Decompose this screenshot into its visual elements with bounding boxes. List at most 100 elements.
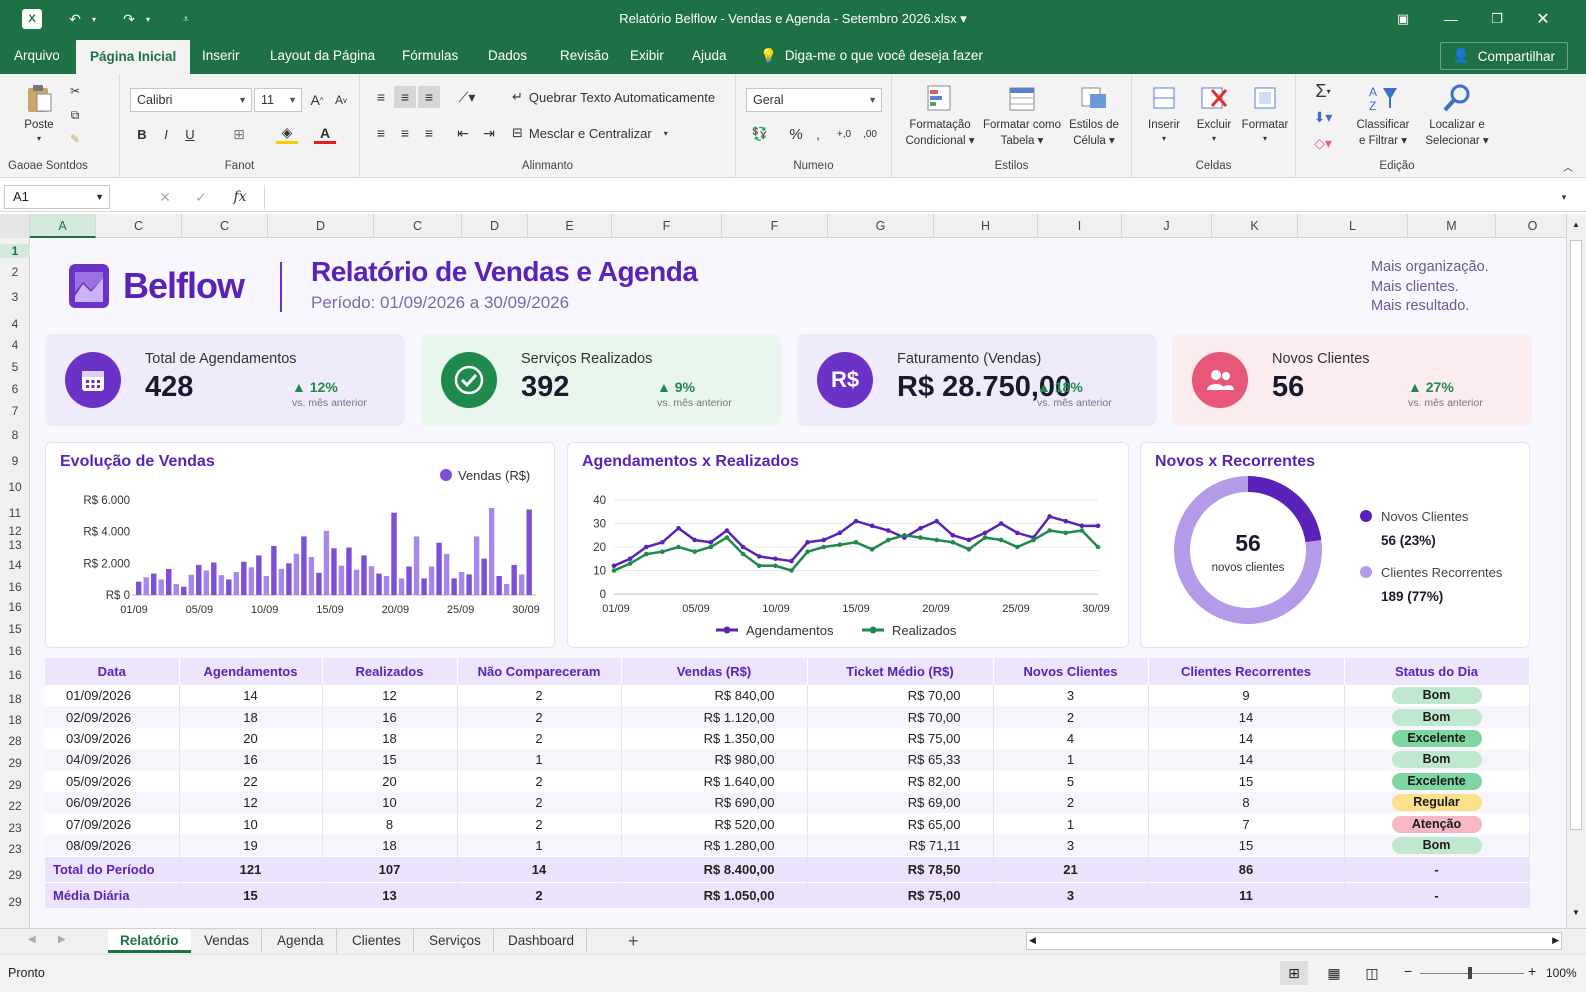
grow-font-button[interactable]: A ^ — [306, 90, 328, 110]
summary-cell[interactable]: 11 — [1148, 881, 1345, 909]
font-color-icon[interactable]: A — [314, 124, 336, 144]
shrink-font-button[interactable]: Av — [330, 90, 352, 110]
merge-center-button[interactable]: ⊟ Mesclar e Centralizar ▾ — [512, 122, 668, 144]
table-cell[interactable]: 9 — [1148, 685, 1345, 707]
summary-cell[interactable]: - — [1344, 855, 1530, 883]
row-header[interactable]: 7 — [0, 404, 30, 418]
table-cell[interactable]: 2 — [993, 706, 1149, 728]
clear-icon[interactable]: ◇▾ — [1308, 132, 1338, 154]
table-cell[interactable]: 14 — [1148, 706, 1345, 728]
table-cell[interactable]: 02/09/2026 — [45, 706, 180, 728]
table-cell[interactable]: Regular — [1344, 791, 1530, 814]
zoom-level[interactable]: 100% — [1546, 966, 1577, 980]
column-header-cell[interactable]: Ticket Médio (R$) — [807, 658, 994, 685]
table-cell[interactable]: 06/09/2026 — [45, 791, 180, 814]
italic-button[interactable]: I — [156, 124, 176, 144]
row-header[interactable]: 23 — [0, 842, 30, 856]
cell-styles-button[interactable]: Estilos de Célula ▾ — [1064, 82, 1124, 149]
summary-cell[interactable]: 21 — [993, 855, 1149, 883]
sort-filter-button[interactable]: AZ Classificar e Filtrar ▾ — [1346, 82, 1420, 149]
bold-button[interactable]: B — [132, 124, 152, 144]
scroll-left-icon[interactable]: ◀ — [1029, 935, 1036, 946]
column-header-cell[interactable]: Agendamentos — [179, 658, 323, 685]
table-cell[interactable]: R$ 82,00 — [807, 770, 994, 792]
decrease-indent-icon[interactable]: ⇤ — [452, 122, 474, 144]
column-header-cell[interactable]: Vendas (R$) — [621, 658, 808, 685]
table-cell[interactable]: 14 — [179, 685, 323, 707]
table-cell[interactable]: 08/09/2026 — [45, 834, 180, 857]
table-cell[interactable]: 03/09/2026 — [45, 727, 180, 750]
column-header[interactable]: C — [374, 214, 462, 238]
summary-cell[interactable]: 15 — [179, 881, 323, 909]
row-header[interactable]: 29 — [0, 868, 30, 882]
tab-exibir[interactable]: Exibir — [616, 38, 678, 74]
row-header[interactable]: 14 — [0, 558, 30, 572]
zoom-out-icon[interactable]: − — [1404, 963, 1412, 979]
table-cell[interactable]: 2 — [457, 791, 622, 814]
row-header[interactable]: 15 — [0, 622, 30, 636]
column-header[interactable]: D — [268, 214, 374, 238]
table-cell[interactable]: 14 — [1148, 727, 1345, 750]
tab-pagina-inicial[interactable]: Página Inicial — [76, 38, 191, 74]
page-break-icon[interactable]: ◫ — [1358, 961, 1386, 985]
summary-cell[interactable]: R$ 1.050,00 — [621, 881, 808, 909]
autosum-button[interactable]: Σ ▾ — [1308, 80, 1338, 102]
table-cell[interactable]: 16 — [179, 749, 323, 771]
horizontal-scrollbar[interactable]: ◀ ▶ — [1026, 932, 1562, 950]
row-header[interactable]: 10 — [0, 480, 30, 494]
name-box[interactable]: A1 ▼ — [4, 185, 110, 209]
summary-cell[interactable]: 86 — [1148, 855, 1345, 883]
row-header[interactable]: 4 — [0, 317, 30, 331]
table-cell[interactable]: R$ 69,00 — [807, 791, 994, 814]
summary-cell[interactable]: Média Diária — [45, 881, 180, 909]
table-cell[interactable]: 01/09/2026 — [45, 685, 180, 707]
scroll-thumb[interactable] — [1570, 240, 1582, 830]
column-header-cell[interactable]: Clientes Recorrentes — [1148, 658, 1345, 685]
table-cell[interactable]: 3 — [993, 834, 1149, 857]
scroll-up-icon[interactable]: ▲ — [1569, 220, 1583, 234]
table-cell[interactable]: 18 — [322, 727, 458, 750]
align-top-icon[interactable]: ≡ — [370, 86, 392, 108]
add-sheet-icon[interactable]: + — [628, 931, 639, 952]
table-cell[interactable]: R$ 65,00 — [807, 813, 994, 835]
column-header-cell[interactable]: Não Compareceram — [457, 658, 622, 685]
vertical-scrollbar[interactable]: ▲ ▼ — [1566, 214, 1586, 928]
row-header[interactable]: 9 — [0, 454, 30, 468]
format-cells-button[interactable]: Formatar ▾ — [1240, 82, 1290, 144]
column-header[interactable]: C — [182, 214, 268, 238]
row-header[interactable]: 8 — [0, 428, 30, 442]
summary-cell[interactable]: 14 — [457, 855, 622, 883]
page-layout-icon[interactable]: ▦ — [1320, 961, 1348, 985]
font-name-select[interactable]: Calibri ▼ — [130, 88, 252, 112]
column-header-cell[interactable]: Status do Dia — [1344, 658, 1530, 685]
table-cell[interactable]: R$ 70,00 — [807, 685, 994, 707]
format-as-table-button[interactable]: Formatar como Tabela ▾ — [980, 82, 1064, 149]
comma-style-icon[interactable]: , — [812, 124, 824, 144]
table-cell[interactable]: 15 — [322, 749, 458, 771]
column-header[interactable]: C — [96, 214, 182, 238]
column-header[interactable]: L — [1298, 214, 1408, 238]
table-cell[interactable]: 2 — [457, 685, 622, 707]
sheet-tab[interactable]: Relatório — [108, 929, 191, 953]
table-cell[interactable]: 1 — [993, 813, 1149, 835]
decrease-decimal-button[interactable]: ,00 — [858, 124, 882, 144]
delete-cells-button[interactable]: Excluir ▾ — [1190, 82, 1238, 144]
conditional-formatting-button[interactable]: Formatação Condicional ▾ — [900, 82, 980, 149]
share-button[interactable]: 👤 Compartilhar — [1439, 42, 1568, 70]
collapse-ribbon-icon[interactable]: ︿ — [1560, 158, 1576, 174]
table-cell[interactable]: 20 — [322, 770, 458, 792]
table-cell[interactable]: Atenção — [1344, 813, 1530, 835]
number-format-select[interactable]: Geral ▼ — [746, 88, 882, 112]
sheet-tab[interactable]: Clientes — [340, 929, 414, 953]
table-cell[interactable]: 1 — [457, 834, 622, 857]
table-cell[interactable]: Excelente — [1344, 727, 1530, 750]
tab-formulas[interactable]: Fórmulas — [388, 38, 472, 74]
minimize-icon[interactable]: — — [1440, 8, 1462, 30]
sheet-tab[interactable]: Serviços — [417, 929, 494, 953]
sheet-tab[interactable]: Vendas — [192, 929, 263, 953]
table-cell[interactable]: 04/09/2026 — [45, 749, 180, 771]
row-header[interactable]: 29 — [0, 756, 30, 770]
row-header[interactable]: 16 — [0, 668, 30, 682]
insert-function-button[interactable]: fx — [230, 187, 250, 207]
column-header[interactable]: E — [528, 214, 612, 238]
